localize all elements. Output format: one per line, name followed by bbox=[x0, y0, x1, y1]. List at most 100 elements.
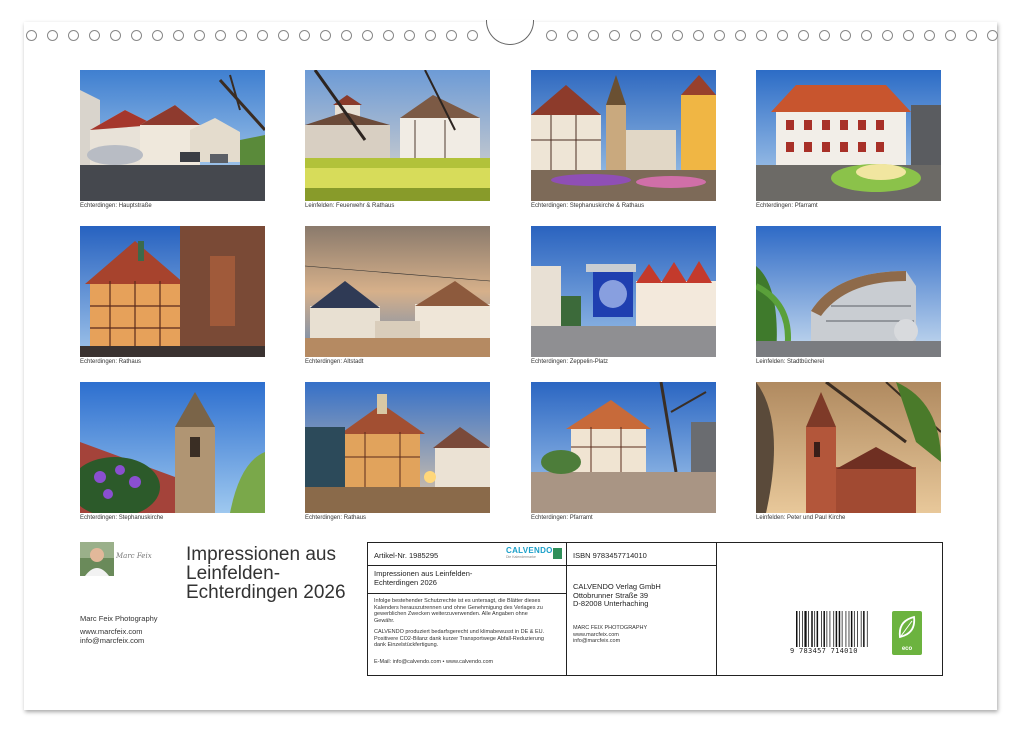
photo-8-caption: Leinfelden: Stadtbücherei bbox=[756, 359, 824, 365]
binding-hole bbox=[630, 30, 641, 41]
barcode-bar bbox=[811, 611, 813, 647]
photo-9-caption: Echterdingen: Stephanuskirche bbox=[80, 515, 163, 521]
title-line-3: Echterdingen 2026 bbox=[186, 583, 366, 602]
photo-11 bbox=[531, 382, 716, 513]
binding-hole bbox=[714, 30, 725, 41]
title-line-1: Impressionen aus bbox=[186, 545, 366, 564]
photo-5-caption: Echterdingen: Rathaus bbox=[80, 359, 141, 365]
binding-hole bbox=[68, 30, 79, 41]
binding-hole bbox=[89, 30, 100, 41]
product-title: Impressionen aus Leinfelden- Echterdinge… bbox=[374, 570, 472, 587]
barcode-bar bbox=[814, 611, 815, 647]
info-column-article: Artikel-Nr. 1985295 CALVENDO Die Kalende… bbox=[368, 543, 567, 675]
info-column-publisher: ISBN 9783457714010 CALVENDO Verlag GmbH … bbox=[566, 543, 717, 675]
binding-hole bbox=[924, 30, 935, 41]
photo-7-caption: Echterdingen: Zeppelin-Platz bbox=[531, 359, 608, 365]
binding-hole bbox=[966, 30, 977, 41]
author-email[interactable]: info@marcfeix.com bbox=[80, 636, 158, 645]
binding-hole bbox=[693, 30, 704, 41]
binding-hole bbox=[425, 30, 436, 41]
barcode-bar bbox=[799, 611, 800, 647]
author-name: Marc Feix Photography bbox=[80, 614, 158, 623]
article-number: Artikel-Nr. 1985295 bbox=[374, 551, 438, 560]
barcode-bar bbox=[846, 611, 847, 647]
photo-11-caption: Echterdingen: Pfarramt bbox=[531, 515, 593, 521]
barcode-bar bbox=[867, 611, 868, 647]
binding-hole bbox=[341, 30, 352, 41]
barcode-digits: 9 783457 714010 bbox=[790, 647, 858, 655]
binding-hole bbox=[110, 30, 121, 41]
binding-hole bbox=[777, 30, 788, 41]
author-signature: Marc Feix bbox=[116, 552, 152, 560]
photo-7 bbox=[531, 226, 716, 357]
barcode-bar bbox=[830, 611, 831, 647]
binding-hole bbox=[756, 30, 767, 41]
photo-12 bbox=[756, 382, 941, 513]
binding-hole bbox=[131, 30, 142, 41]
barcode-bar bbox=[808, 611, 809, 647]
photo-4 bbox=[756, 70, 941, 201]
binding-hole bbox=[987, 30, 998, 41]
photo-6 bbox=[305, 226, 490, 357]
binding-hole bbox=[672, 30, 683, 41]
binding-hole bbox=[257, 30, 268, 41]
publisher-city: D-82008 Unterhaching bbox=[573, 600, 661, 609]
binding-hole bbox=[173, 30, 184, 41]
barcode-bar bbox=[836, 611, 838, 647]
product-title-line-2: Echterdingen 2026 bbox=[374, 579, 472, 588]
binding-hole bbox=[588, 30, 599, 41]
title-line-2: Leinfelden- bbox=[186, 564, 366, 583]
author-avatar bbox=[80, 542, 114, 576]
binding-hole bbox=[215, 30, 226, 41]
binding-hole bbox=[651, 30, 662, 41]
binding-hole bbox=[26, 30, 37, 41]
legal-notice: Infolge bestehender Schutzrechte ist es … bbox=[374, 598, 544, 624]
barcode-bar bbox=[802, 611, 803, 647]
info-column-barcode: 9 783457 714010 eco bbox=[716, 543, 942, 675]
binding-hole bbox=[609, 30, 620, 41]
photo-1 bbox=[80, 70, 265, 201]
barcode-bar bbox=[821, 611, 822, 647]
barcode-bar bbox=[823, 611, 825, 647]
photo-3-caption: Echterdingen: Stephanuskirche & Rathaus bbox=[531, 203, 644, 209]
binding-hole bbox=[362, 30, 373, 41]
binding-hole bbox=[404, 30, 415, 41]
calendar-title: Impressionen aus Leinfelden- Echterdinge… bbox=[186, 545, 366, 602]
barcode-bar bbox=[857, 611, 858, 647]
barcode-bar bbox=[854, 611, 855, 647]
photo-12-caption: Leinfelden: Peter und Paul Kirche bbox=[756, 515, 845, 521]
barcode-bar bbox=[804, 611, 806, 647]
isbn: ISBN 9783457714010 bbox=[573, 551, 647, 560]
barcode-bar bbox=[827, 611, 828, 647]
barcode-bar bbox=[842, 611, 843, 647]
barcode-bar bbox=[796, 611, 798, 647]
barcode-bar bbox=[839, 611, 841, 647]
binding-hole bbox=[299, 30, 310, 41]
binding-hole bbox=[735, 30, 746, 41]
binding-hole bbox=[278, 30, 289, 41]
binding-hole bbox=[47, 30, 58, 41]
binding-hole bbox=[882, 30, 893, 41]
photo-9 bbox=[80, 382, 265, 513]
photo-2-caption: Leinfelden: Feuerwehr & Rathaus bbox=[305, 203, 394, 209]
binding-hole bbox=[546, 30, 557, 41]
publisher-info-box: Artikel-Nr. 1985295 CALVENDO Die Kalende… bbox=[367, 542, 943, 676]
photo-4-caption: Echterdingen: Pfarramt bbox=[756, 203, 818, 209]
photo-5 bbox=[80, 226, 265, 357]
photographer-name: MARC FEIX PHOTOGRAPHY bbox=[573, 625, 647, 632]
photographer-contact: MARC FEIX PHOTOGRAPHY www.marcfeix.com i… bbox=[573, 625, 647, 645]
binding-hole bbox=[152, 30, 163, 41]
photo-1-caption: Echterdingen: Hauptstraße bbox=[80, 203, 152, 209]
calvendo-logo: CALVENDO Die Kalendermarke bbox=[506, 546, 562, 562]
photo-10-caption: Echterdingen: Rathaus bbox=[305, 515, 366, 521]
photographer-email: info@marcfeix.com bbox=[573, 638, 647, 645]
calvendo-contact: E-Mail: info@calvendo.com • www.calvendo… bbox=[374, 659, 493, 666]
barcode-bar bbox=[817, 611, 819, 647]
barcode-bar bbox=[849, 611, 850, 647]
publisher-address: CALVENDO Verlag GmbH Ottobrunner Straße … bbox=[573, 583, 661, 609]
author-website[interactable]: www.marcfeix.com bbox=[80, 627, 158, 636]
binding-hole bbox=[819, 30, 830, 41]
photo-6-caption: Echterdingen: Altstadt bbox=[305, 359, 363, 365]
binding-hole bbox=[446, 30, 457, 41]
binding-hole bbox=[861, 30, 872, 41]
